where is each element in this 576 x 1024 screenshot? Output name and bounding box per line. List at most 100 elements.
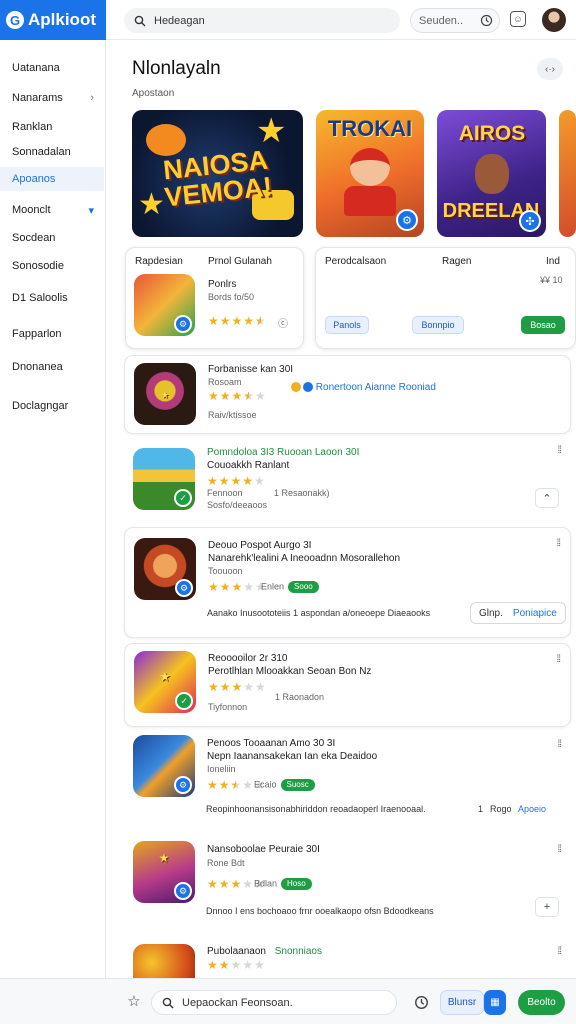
top-search-text: Hedeagan: [154, 14, 205, 27]
search-icon: [134, 15, 146, 26]
sidebar-item-2[interactable]: Nanarams ›: [0, 86, 104, 110]
drag-handle-icon[interactable]: ⁞⁞: [557, 445, 561, 456]
list-item-split-button[interactable]: Glnp. Poniapice: [470, 602, 566, 624]
list-item[interactable]: ★ ✓ Reooooilor 2r 310 Perotlhlan Mlooakk…: [124, 643, 571, 727]
detail-card-2-small: ¥¥ 10: [540, 275, 563, 285]
detail-card-2-label-3: Ind: [546, 256, 560, 267]
drag-handle-icon[interactable]: ⁞⁞: [556, 654, 560, 665]
hero-body-icon: [344, 186, 396, 216]
list-item[interactable]: ★ ⚙ Nansoboolae Peuraie 30I Rone Bdt ★★★…: [124, 830, 571, 928]
list-item-pill-row: Enlen Sooo: [261, 581, 319, 593]
sidebar-item-10[interactable]: Fapparlon: [0, 322, 104, 346]
app-icon: ⚙: [134, 538, 196, 600]
list-item-tail: Raiv/ktissoe: [208, 410, 257, 420]
bookmark-icon[interactable]: ☆: [126, 993, 142, 1010]
detail-action-button[interactable]: Bosao: [521, 316, 565, 334]
rating-stars: ★★★★★: [207, 474, 266, 488]
banner-3-title-top: AIROS: [458, 122, 526, 145]
list-item-line2: Perotlhlan Mlooakkan Seoan Bon Nz: [208, 666, 372, 677]
bottom-search-bar[interactable]: Uepaockan Feonsoan.: [151, 990, 397, 1015]
app-name: Aplkioot: [28, 10, 96, 29]
list-item[interactable]: Pubolaanaon Snonniaos ★★★★★ ⁞⁞: [124, 938, 571, 1006]
list-item-action-button[interactable]: ⌃: [535, 488, 559, 508]
status-badge: Suosc: [280, 779, 315, 791]
list-item-line2: Nanarehk'lealini A Ineooadnn Mosoralleho…: [208, 553, 401, 564]
chat-icon[interactable]: ☺: [510, 11, 526, 27]
main-content: Nlonlayaln Apostaon ‹·› ★ ★ NAIOSA VEMOA…: [116, 40, 576, 1006]
drag-handle-icon[interactable]: ⁞⁞: [557, 946, 561, 957]
list-item-title: Forbanisse kan 30I: [208, 364, 294, 375]
app-icon: ⚙: [133, 735, 195, 797]
list-item-sub: Fennoon: [207, 488, 243, 498]
rating-stars: ★★★★★★: [208, 314, 267, 328]
page-options-button[interactable]: ‹·›: [537, 58, 563, 80]
list-item-sub: Ioneliin: [207, 764, 236, 774]
bottom-bar: ☆ Uepaockan Feonsoan. Blunsr ▦ Beolto: [0, 978, 576, 1024]
sidebar-item-12[interactable]: Doclagngar: [0, 394, 104, 418]
status-badge: Hoso: [281, 878, 312, 890]
list-item-sub: Rone Bdt: [207, 858, 245, 868]
page-subtitle: Apostaon: [132, 88, 175, 99]
list-item-tail-2: Rogo: [490, 804, 512, 814]
top-search-bar[interactable]: Hedeagan: [124, 8, 400, 33]
detail-tag-1[interactable]: Panols: [325, 316, 369, 334]
featured-banner-4-partial[interactable]: [559, 110, 576, 237]
list-item-title: Pomndoloa 3I3 Ruooan Laoon 30I: [207, 447, 360, 458]
detail-card-1-extra: ⓒ: [278, 319, 288, 330]
detail-card-2-label-1: Perodcalsaon: [325, 256, 387, 267]
sidebar-item-8[interactable]: Sonosodie: [0, 254, 104, 278]
list-item-link[interactable]: Apoeio: [518, 804, 546, 814]
list-item[interactable]: ★ Forbanisse kan 30I Rosoam ★★★★★★ Roner…: [124, 355, 571, 434]
featured-detail-card-1[interactable]: Rapdesian Prnol Gulanah ⚙ Ponlrs Bords f…: [125, 247, 304, 349]
primary-action-button[interactable]: Beolto: [518, 990, 565, 1015]
app-icon: ★ ⚙: [133, 841, 195, 903]
sidebar-item-9[interactable]: D1 Saloolis: [0, 286, 104, 310]
star-icon: ★: [256, 112, 287, 150]
list-item-pill-row: Bdlan Hoso: [254, 878, 312, 890]
sidebar-item-11[interactable]: Dnonanea: [0, 355, 104, 379]
list-item-line2: Couoakkh Ranlant: [207, 460, 290, 471]
chevron-right-icon: ›: [90, 92, 94, 104]
platform-badge-icon: ⚙: [174, 315, 192, 333]
chevron-down-icon: ▾: [88, 204, 94, 217]
list-item-title: Nansoboolae Peuraie 30I: [207, 844, 320, 855]
detail-tag-2[interactable]: Bonnpio: [412, 316, 464, 334]
list-item[interactable]: ✓ Pomndoloa 3I3 Ruooan Laoon 30I Couoakk…: [124, 436, 571, 524]
drag-handle-icon[interactable]: ⁞⁞: [556, 538, 560, 549]
clock-icon[interactable]: [414, 995, 429, 1010]
character-icon: [146, 124, 186, 156]
rating-stars: ★★★★★: [207, 958, 266, 972]
top-bar: G Aplkioot Hedeagan Seuden.. ☺: [0, 0, 576, 40]
sidebar-item-active[interactable]: Apoanos: [0, 167, 104, 191]
top-secondary-field[interactable]: Seuden..: [410, 8, 500, 33]
list-item-link[interactable]: Ronertoon Aianne Rooniad: [285, 382, 436, 393]
app-icon: ⚙: [134, 274, 195, 336]
sidebar-item-4[interactable]: Sonnadalan: [0, 140, 104, 164]
list-item[interactable]: ⚙ Penoos Tooaanan Amo 30 3I Nepn Iaanans…: [124, 731, 571, 823]
featured-banner-1[interactable]: ★ ★ NAIOSA VEMOA!: [132, 110, 303, 237]
list-item-title: Reooooilor 2r 310: [208, 653, 288, 664]
sidebar-item-6[interactable]: Moonclt ▾: [0, 198, 104, 222]
sidebar-item-7[interactable]: Socdean: [0, 226, 104, 250]
platform-badge-icon: ✓: [175, 692, 193, 710]
app-logo[interactable]: G Aplkioot: [0, 0, 106, 40]
bottom-tag-button[interactable]: Blunsr: [440, 990, 484, 1015]
grid-icon[interactable]: ▦: [484, 990, 506, 1015]
sidebar-item-3[interactable]: Ranklan: [0, 115, 104, 139]
banner-2-title: TROKAI: [327, 116, 413, 141]
drag-handle-icon[interactable]: ⁞⁞: [557, 739, 561, 750]
list-item[interactable]: ⚙ Deouo Pospot Aurgo 3I Nanarehk'lealini…: [124, 527, 571, 638]
platform-badge-icon: ⚙: [174, 882, 192, 900]
featured-banner-2[interactable]: TROKAI ⚙: [316, 110, 424, 237]
featured-detail-card-2[interactable]: Perodcalsaon Ragen Ind ¥¥ 10 Panols Bonn…: [315, 247, 576, 349]
list-item-sub: Toouoon: [208, 566, 243, 576]
drag-handle-icon[interactable]: ⁞⁞: [557, 844, 561, 855]
sidebar-item-1[interactable]: Uatanana: [0, 56, 104, 80]
list-item-count: 1 Raonadon: [275, 692, 325, 702]
avatar[interactable]: [542, 8, 566, 32]
hero-character-icon: [475, 154, 509, 194]
add-button[interactable]: +: [535, 897, 559, 917]
featured-banner-3[interactable]: AIROS DREELAN ✣: [437, 110, 546, 237]
bottom-search-text: Uepaockan Feonsoan.: [182, 996, 293, 1009]
list-item-title: Penoos Tooaanan Amo 30 3I: [207, 738, 336, 749]
